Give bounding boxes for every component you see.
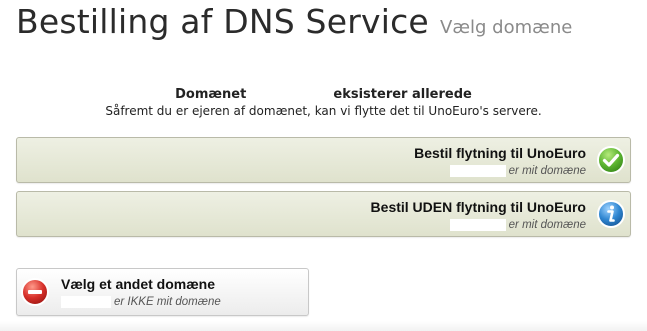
notice-prefix: Domænet [175, 87, 247, 102]
order-without-move-text: Bestil UDEN flytning til UnoEuro er mit … [371, 199, 586, 233]
order-move-subtext: er mit domæne [414, 163, 586, 179]
order-without-move-title: Bestil UDEN flytning til UnoEuro [370, 199, 586, 215]
redacted-domain [61, 295, 111, 308]
order-without-move-subtext-label: er mit domæne [508, 219, 586, 231]
check-icon [597, 146, 625, 174]
choose-other-domain-subtext: er IKKE mit domæne [61, 294, 221, 310]
redacted-domain [449, 218, 506, 231]
order-move-title: Bestil flytning til UnoEuro [414, 145, 586, 161]
notice-suffix: eksisterer allerede [333, 87, 472, 102]
notice-line-1: Domænet eksisterer allerede [0, 86, 647, 103]
choose-other-domain-title: Vælg et andet domæne [61, 276, 216, 292]
order-move-button[interactable]: Bestil flytning til UnoEuro er mit domæn… [16, 137, 631, 183]
domain-exists-notice: Domænet eksisterer allerede Såfremt du e… [0, 86, 647, 120]
minus-icon [21, 278, 49, 306]
order-move-subtext-label: er mit domæne [508, 165, 586, 177]
order-move-text: Bestil flytning til UnoEuro er mit domæn… [414, 145, 586, 179]
page-title: Bestilling af DNS Service Vælg domæne [16, 2, 572, 41]
bottom-fade [0, 321, 647, 331]
choose-other-domain-button[interactable]: Vælg et andet domæne er IKKE mit domæne [16, 268, 309, 316]
redacted-domain [250, 88, 329, 101]
choose-other-domain-subtext-label: er IKKE mit domæne [114, 296, 221, 308]
notice-line-2: Såfremt du er ejeren af domænet, kan vi … [105, 104, 542, 118]
page-title-main: Bestilling af DNS Service [16, 2, 429, 41]
page-subtitle: Vælg domæne [440, 17, 573, 38]
info-icon [597, 200, 625, 228]
choose-other-domain-text: Vælg et andet domæne er IKKE mit domæne [61, 276, 221, 310]
order-without-move-button[interactable]: Bestil UDEN flytning til UnoEuro er mit … [16, 191, 631, 237]
redacted-domain [449, 164, 506, 177]
order-without-move-subtext: er mit domæne [371, 217, 586, 233]
